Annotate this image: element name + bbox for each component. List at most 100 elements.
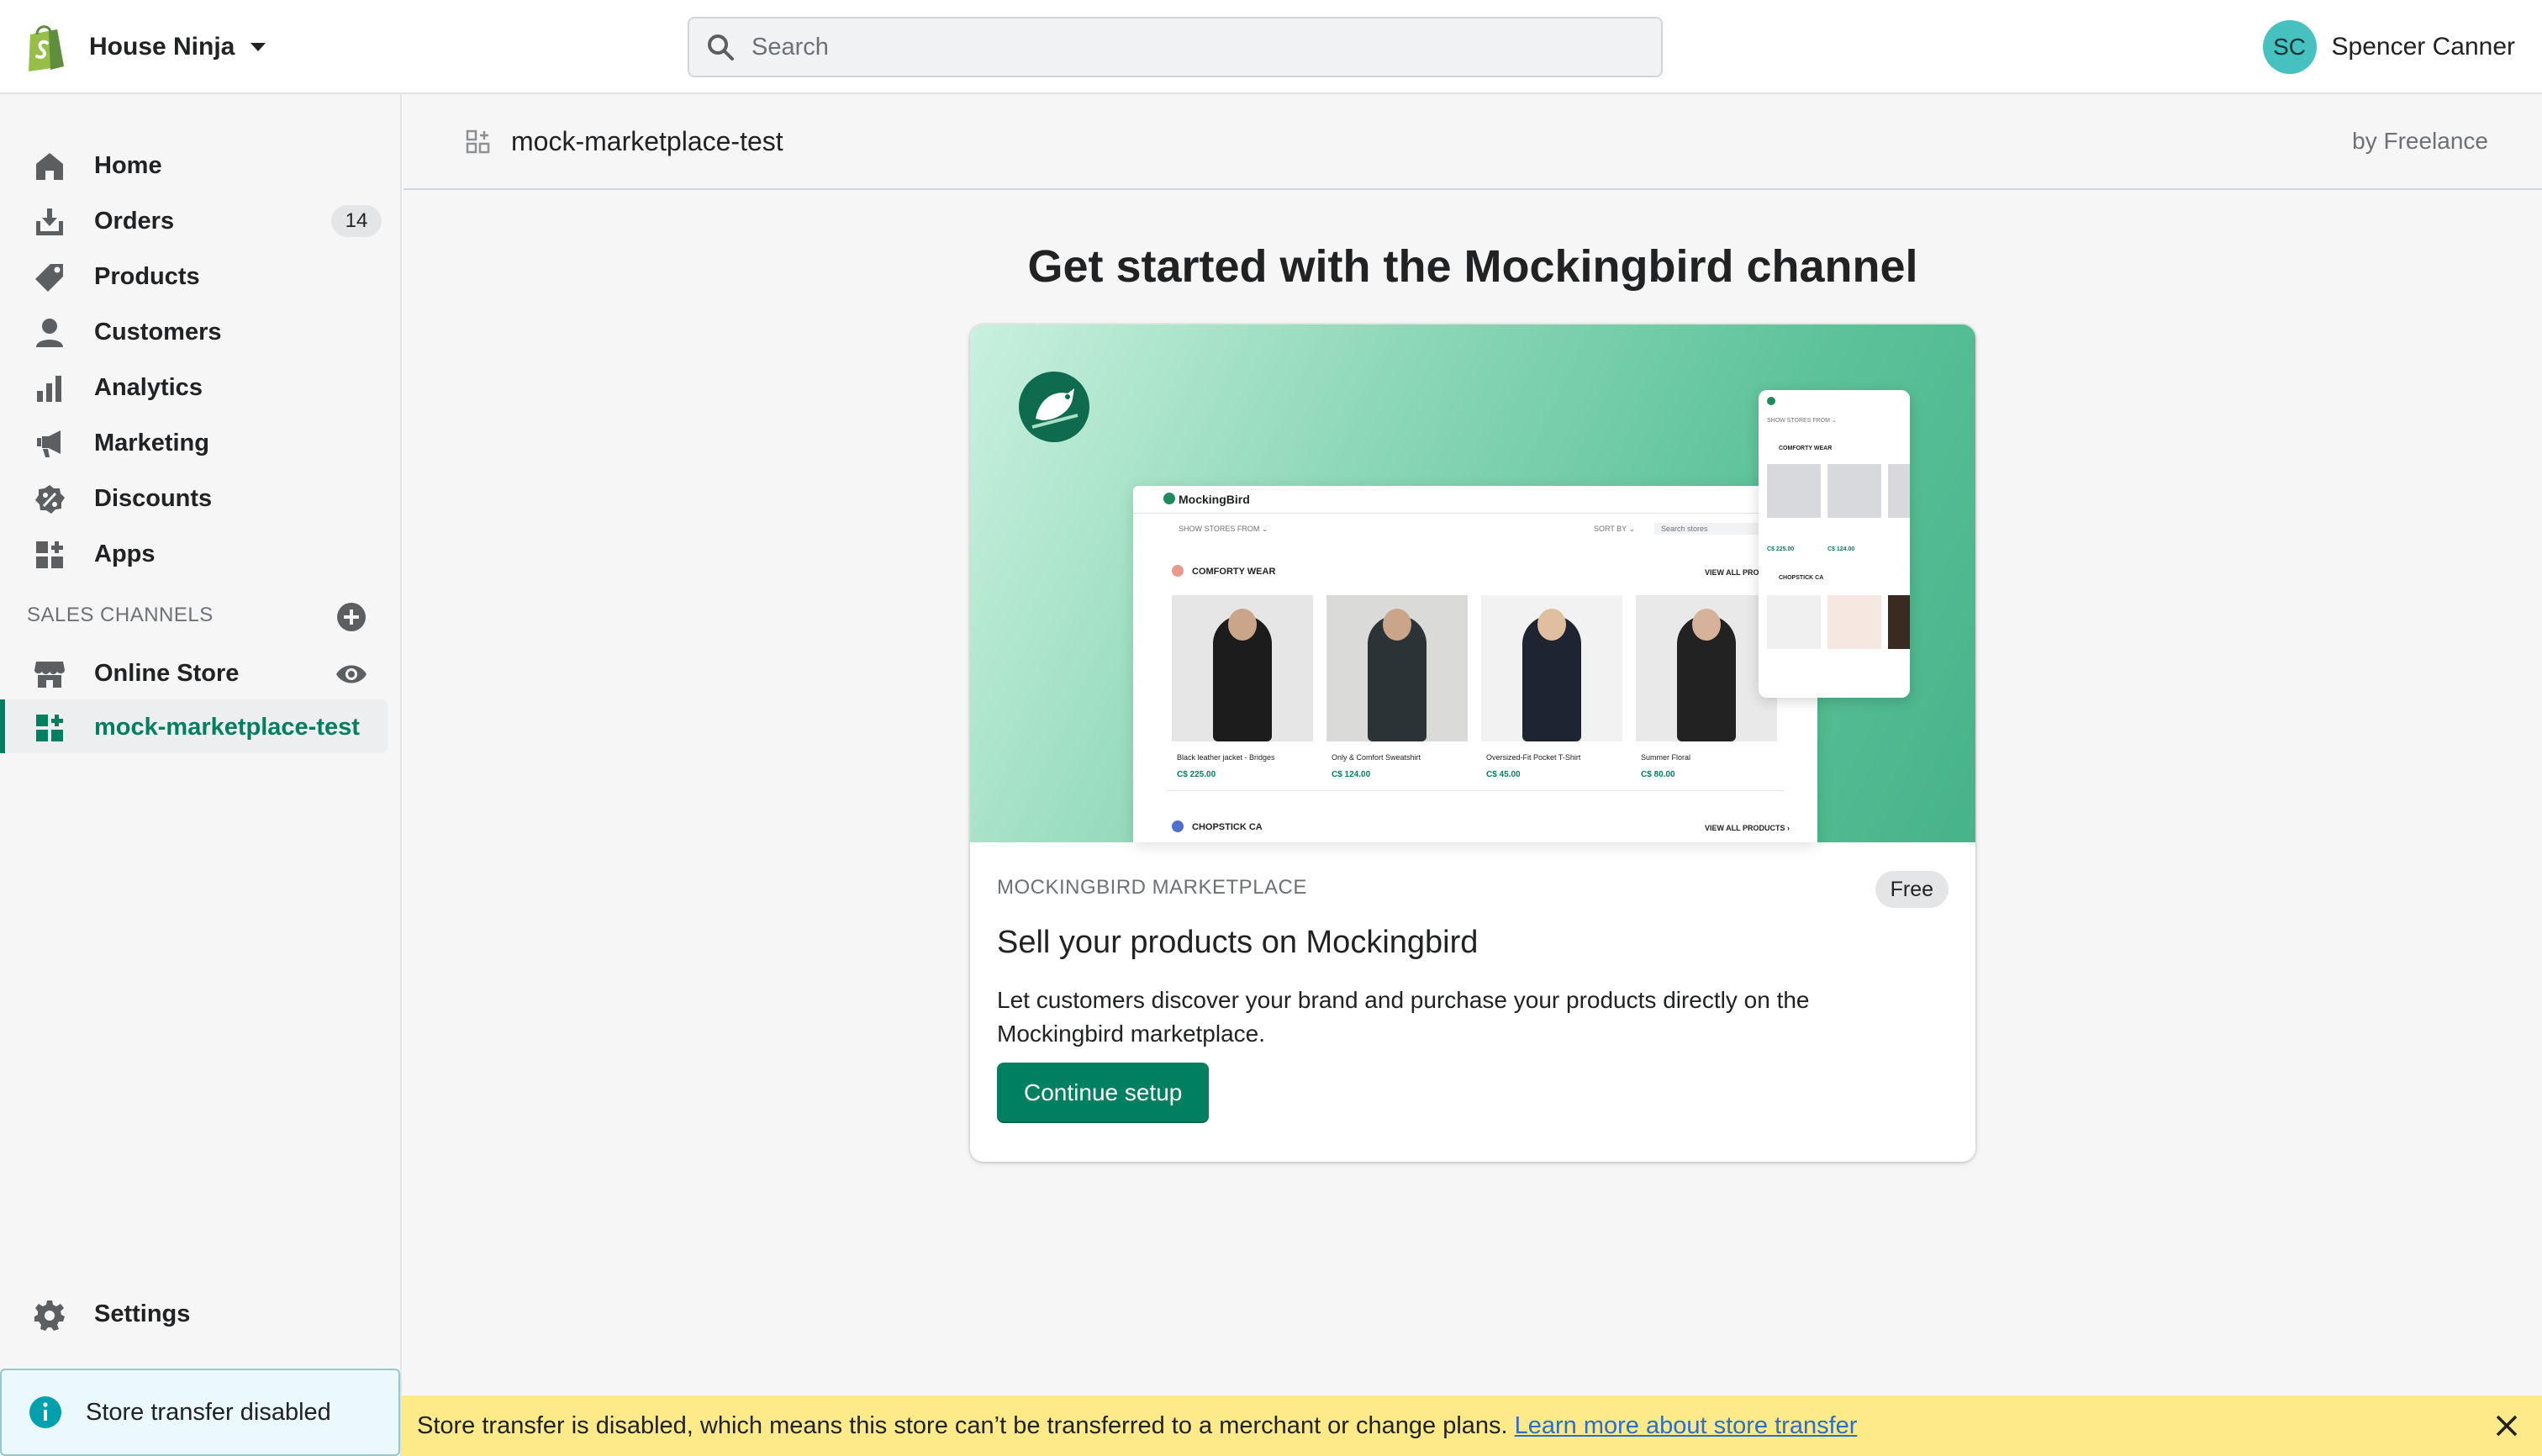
sidebar-item-label: Products (94, 262, 200, 290)
bird-icon (1031, 388, 1079, 429)
preview-filter: SHOW STORES FROM ⌄ (1179, 525, 1268, 533)
tag-icon (35, 264, 63, 292)
sidebar-item-label: Apps (94, 540, 156, 567)
preview-product-price: C$ 45.00 (1486, 770, 1521, 779)
store-icon (34, 662, 65, 688)
preview-divider (1133, 513, 1817, 514)
sidebar-item-label: Marketing (94, 429, 209, 456)
product-image (1481, 595, 1622, 741)
preview-product-price: C$ 124.00 (1332, 770, 1371, 779)
preview-sort: SORT BY ⌄ (1594, 525, 1636, 533)
close-icon[interactable] (2493, 1412, 2520, 1439)
sidebar-item-orders[interactable]: Orders 14 (0, 195, 387, 247)
mobile-preview: SHOW STORES FROM ⌄ COMFORTY WEAR C$ 225.… (1759, 390, 1910, 698)
top-bar: House Ninja SC Spencer Canner (0, 0, 2542, 94)
sidebar-item-home[interactable]: Home (0, 140, 387, 192)
eye-icon[interactable] (335, 657, 368, 691)
channel-card: MockingBird SHOW STORES FROM ⌄ SORT BY ⌄… (970, 324, 1975, 1162)
search-input[interactable] (750, 32, 1594, 62)
sidebar-item-label: Customers (94, 318, 222, 346)
preview-view-all: VIEW ALL PRODUCTS › (1705, 824, 1790, 832)
store-switcher[interactable]: House Ninja (25, 18, 266, 76)
info-icon (29, 1396, 61, 1428)
preview-section-title: CHOPSTICK CA (1779, 575, 1824, 581)
product-image (1827, 464, 1881, 518)
sidebar-item-label: Analytics (94, 373, 203, 401)
sidebar-item-apps[interactable]: Apps (0, 528, 387, 580)
sidebar-item-marketing[interactable]: Marketing (0, 417, 387, 469)
preview-product-name: Oversized-Fit Pocket T-Shirt (1486, 753, 1581, 762)
megaphone-icon (37, 430, 61, 457)
sidebar-item-label: mock-marketplace-test (94, 713, 360, 741)
search-icon (708, 34, 734, 61)
sidebar-item-mock-marketplace-test[interactable]: mock-marketplace-test (0, 701, 387, 753)
page-headline: Get started with the Mockingbird channel (1027, 241, 1918, 292)
preview-product-name: Summer Floral (1641, 753, 1691, 762)
preview-product-price: C$ 225.00 (1767, 546, 1795, 552)
card-description: Let customers discover your brand and pu… (997, 987, 1810, 1047)
desktop-preview: MockingBird SHOW STORES FROM ⌄ SORT BY ⌄… (1133, 486, 1817, 842)
banner-message: Store transfer is disabled, which means … (417, 1411, 1508, 1439)
search-bar[interactable] (688, 17, 1663, 77)
product-image (1636, 595, 1777, 741)
orders-count-badge: 14 (331, 205, 382, 237)
page-header: mock-marketplace-test by Freelance (403, 94, 2542, 190)
sidebar-item-analytics[interactable]: Analytics (0, 361, 387, 414)
developer-byline: by Freelance (2352, 128, 2488, 154)
sidebar: Home Orders 14 Products Customers Analyt… (0, 94, 402, 1456)
page-title: mock-marketplace-test (511, 126, 783, 156)
add-channel-icon[interactable] (336, 602, 367, 632)
sidebar-item-settings[interactable]: Settings (0, 1288, 387, 1340)
bar-chart-icon (37, 376, 61, 402)
card-title: Sell your products on Mockingbird (997, 925, 1479, 960)
preview-product-name: Black leather jacket - Bridges (1177, 753, 1275, 762)
person-icon (36, 319, 63, 347)
store-avatar-icon (1172, 565, 1184, 577)
sidebar-item-customers[interactable]: Customers (0, 306, 387, 358)
product-image (1767, 595, 1821, 649)
discount-icon (35, 485, 65, 514)
sidebar-item-products[interactable]: Products (0, 251, 387, 303)
product-image (1326, 595, 1468, 741)
product-image (1172, 595, 1313, 741)
caret-down-icon (251, 43, 266, 51)
preview-section-title: COMFORTY WEAR (1779, 446, 1833, 451)
preview-filter: SHOW STORES FROM ⌄ (1767, 418, 1837, 424)
sidebar-item-label: Settings (94, 1300, 191, 1327)
price-badge: Free (1875, 871, 1949, 908)
preview-section-title: COMFORTY WEAR (1192, 567, 1276, 577)
shopify-bag-icon (29, 25, 64, 71)
preview-section-title: CHOPSTICK CA (1192, 822, 1263, 832)
store-avatar-icon (1172, 820, 1184, 832)
preview-logo-icon (1163, 493, 1175, 504)
gear-icon (34, 1300, 65, 1331)
store-name: House Ninja (89, 33, 235, 61)
user-menu[interactable]: SC Spencer Canner (2262, 18, 2515, 76)
sidebar-item-label: Orders (94, 207, 175, 235)
user-name: Spencer Canner (2331, 33, 2515, 61)
hero-image: MockingBird SHOW STORES FROM ⌄ SORT BY ⌄… (970, 324, 1975, 842)
home-icon (36, 153, 63, 180)
sales-channels-heading: SALES CHANNELS (27, 604, 214, 626)
preview-product-name: Only & Comfort Sweatshirt (1332, 753, 1421, 762)
learn-more-link[interactable]: Learn more about store transfer (1515, 1412, 1858, 1440)
continue-setup-button[interactable]: Continue setup (997, 1063, 1210, 1123)
apps-icon (36, 715, 63, 741)
app-icon (466, 129, 490, 154)
sidebar-item-discounts[interactable]: Discounts (0, 472, 387, 525)
sidebar-item-label: Discounts (94, 484, 213, 512)
preview-product-price: C$ 225.00 (1177, 770, 1216, 779)
store-transfer-banner: Store transfer is disabled, which means … (402, 1395, 2542, 1456)
store-transfer-notice[interactable]: Store transfer disabled (0, 1369, 400, 1456)
product-image (1888, 595, 1910, 649)
product-image (1827, 595, 1881, 649)
apps-icon (36, 541, 63, 568)
preview-product-price: C$ 80.00 (1641, 770, 1675, 779)
sidebar-item-online-store[interactable]: Online Store (0, 647, 387, 699)
avatar: SC (2262, 20, 2317, 74)
card-eyebrow: MOCKINGBIRD MARKETPLACE (997, 876, 1307, 899)
preview-product-price: C$ 124.00 (1827, 546, 1855, 552)
sidebar-item-label: Home (94, 151, 162, 179)
product-image (1888, 464, 1910, 518)
mockingbird-logo (1019, 372, 1089, 442)
